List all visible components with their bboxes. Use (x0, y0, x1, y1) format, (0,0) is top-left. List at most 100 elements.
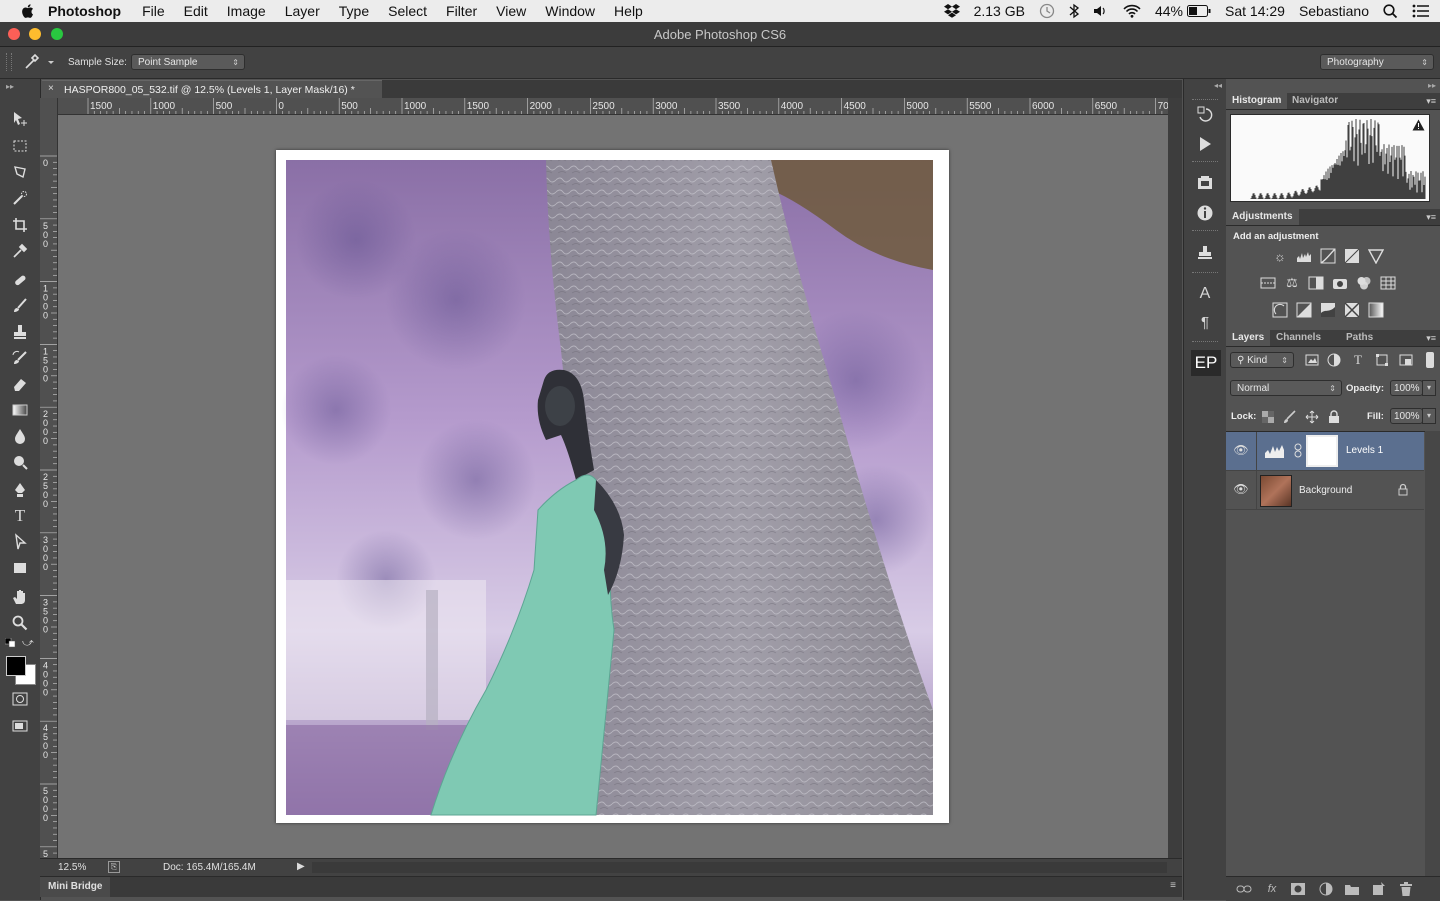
rectangle-tool-icon[interactable] (9, 557, 31, 579)
layers-scrollbar[interactable] (1425, 431, 1440, 891)
add-layer-mask-icon[interactable] (1290, 881, 1306, 897)
lock-image-pixels-icon[interactable] (1282, 409, 1298, 425)
new-adjustment-layer-icon[interactable] (1318, 881, 1334, 897)
move-tool-icon[interactable] (9, 108, 31, 130)
invert-icon[interactable] (1272, 302, 1288, 318)
menu-app[interactable]: Photoshop (48, 3, 121, 19)
eraser-tool-icon[interactable] (9, 373, 31, 395)
canvas-vertical-scrollbar[interactable] (1168, 98, 1182, 858)
history-brush-tool-icon[interactable] (9, 347, 31, 369)
photo-filter-icon[interactable] (1332, 275, 1348, 291)
clone-stamp-tool-icon[interactable] (9, 321, 31, 343)
dock-grip[interactable] (1192, 341, 1218, 344)
menu-help[interactable]: Help (614, 3, 643, 19)
tab-paths[interactable]: Paths (1340, 330, 1379, 346)
hand-tool-icon[interactable] (9, 586, 31, 608)
lock-position-icon[interactable] (1304, 409, 1320, 425)
tab-navigator[interactable]: Navigator (1286, 93, 1344, 109)
spotlight-search-icon[interactable] (1383, 3, 1398, 19)
menu-file[interactable]: File (142, 3, 165, 19)
type-tool-icon[interactable]: T (9, 505, 31, 527)
background-layer-thumbnail[interactable] (1260, 475, 1292, 507)
tab-histogram[interactable]: Histogram (1226, 93, 1288, 109)
eyedropper-preset-picker[interactable] (22, 53, 56, 71)
filter-smart-objects-icon[interactable] (1398, 352, 1414, 368)
foreground-color-swatch[interactable] (6, 656, 26, 676)
panel-menu-icon[interactable]: ▾≡ (1426, 333, 1436, 344)
filter-pixel-layers-icon[interactable] (1304, 352, 1320, 368)
black-white-icon[interactable] (1308, 275, 1324, 291)
dock-grip[interactable] (1192, 272, 1218, 275)
menu-image[interactable]: Image (227, 3, 266, 19)
color-lookup-icon[interactable] (1380, 275, 1396, 291)
sample-size-select[interactable]: Point Sample ⇕ (131, 54, 245, 70)
info-panel-icon[interactable] (1196, 204, 1214, 222)
visibility-eye-icon[interactable]: 👁 (1232, 443, 1250, 459)
paragraph-panel-icon[interactable]: ¶ (1196, 313, 1214, 331)
dock-grip[interactable] (1192, 161, 1218, 164)
gradient-tool-icon[interactable] (9, 399, 31, 421)
history-panel-icon[interactable] (1196, 105, 1214, 123)
dropbox-icon[interactable] (943, 4, 960, 18)
brush-tool-icon[interactable] (9, 295, 31, 317)
dodge-tool-icon[interactable] (9, 451, 31, 473)
filter-shape-layers-icon[interactable] (1374, 352, 1390, 368)
status-menu-arrow-icon[interactable]: ▶ (297, 861, 305, 872)
default-colors-icon[interactable] (4, 637, 17, 648)
quick-selection-tool-icon[interactable] (9, 187, 31, 209)
rectangular-marquee-tool-icon[interactable] (9, 135, 31, 157)
menu-window[interactable]: Window (545, 3, 595, 19)
gradient-map-icon[interactable] (1368, 302, 1384, 318)
lock-all-icon[interactable] (1326, 409, 1342, 425)
quick-mask-icon[interactable] (9, 688, 31, 710)
channel-mixer-icon[interactable] (1356, 275, 1372, 291)
mask-link-icon[interactable] (1294, 443, 1302, 459)
layer-row-levels-1[interactable]: 👁 Levels 1 (1226, 432, 1424, 471)
tab-adjustments[interactable]: Adjustments (1226, 209, 1299, 225)
menu-filter[interactable]: Filter (446, 3, 477, 19)
blend-mode-select[interactable]: Normal ⇕ (1230, 380, 1342, 396)
swap-colors-icon[interactable]: ⤻ (22, 637, 34, 650)
character-panel-icon[interactable]: A (1196, 285, 1214, 303)
spot-healing-brush-tool-icon[interactable] (9, 269, 31, 291)
hue-saturation-icon[interactable] (1260, 275, 1276, 291)
menu-select[interactable]: Select (388, 3, 427, 19)
panel-menu-icon[interactable]: ▾≡ (1426, 96, 1436, 107)
link-layers-icon[interactable] (1236, 881, 1252, 897)
levels-adjustment-icon[interactable] (1263, 442, 1285, 460)
brightness-contrast-icon[interactable]: ☼ (1272, 248, 1288, 264)
options-bar-grip[interactable] (6, 53, 12, 71)
status-info-icon[interactable]: ⎘ (108, 861, 120, 873)
filter-type-layers-icon[interactable]: T (1350, 352, 1366, 368)
dock-grip[interactable] (1192, 99, 1218, 102)
mini-bridge-menu-icon[interactable]: ≡ (1170, 880, 1176, 891)
actions-panel-icon[interactable] (1196, 135, 1214, 153)
notification-center-icon[interactable] (1412, 4, 1430, 18)
layer-name-background[interactable]: Background (1299, 485, 1352, 496)
tool-presets-panel-icon[interactable] (1196, 174, 1214, 192)
panel-menu-icon[interactable]: ▾≡ (1426, 212, 1436, 223)
time-machine-icon[interactable] (1039, 3, 1055, 19)
posterize-icon[interactable] (1296, 302, 1312, 318)
extension-ep-icon[interactable]: EP (1191, 350, 1221, 376)
menu-layer[interactable]: Layer (285, 3, 320, 19)
path-selection-tool-icon[interactable] (9, 531, 31, 553)
battery-icon[interactable] (1187, 5, 1211, 17)
dock-grip[interactable] (1192, 230, 1218, 233)
lasso-tool-icon[interactable] (9, 161, 31, 183)
layer-filter-kind-select[interactable]: ⚲ Kind ⇕ (1230, 352, 1294, 368)
collapse-dock-icon[interactable]: ◂◂ (1214, 81, 1222, 90)
pen-tool-icon[interactable] (9, 479, 31, 501)
document-canvas[interactable] (276, 150, 949, 823)
histogram-warning-icon[interactable] (1412, 119, 1425, 134)
color-balance-icon[interactable]: ⚖ (1284, 275, 1300, 291)
horizontal-ruler[interactable]: 1500 1000 500 0 500 1000 1500 2000 2500 3000 3500 4… (58, 98, 1168, 115)
vertical-ruler[interactable]: 0500100015002000250030003500400045005000… (40, 98, 58, 858)
blur-tool-icon[interactable] (9, 425, 31, 447)
clock[interactable]: Sat 14:29 (1225, 3, 1285, 19)
expand-panels-icon[interactable]: ▸▸ (1428, 81, 1436, 90)
apple-icon[interactable] (20, 3, 34, 19)
screen-mode-icon[interactable] (9, 715, 31, 737)
layer-name-levels-1[interactable]: Levels 1 (1346, 445, 1383, 456)
lock-transparent-pixels-icon[interactable] (1260, 409, 1276, 425)
